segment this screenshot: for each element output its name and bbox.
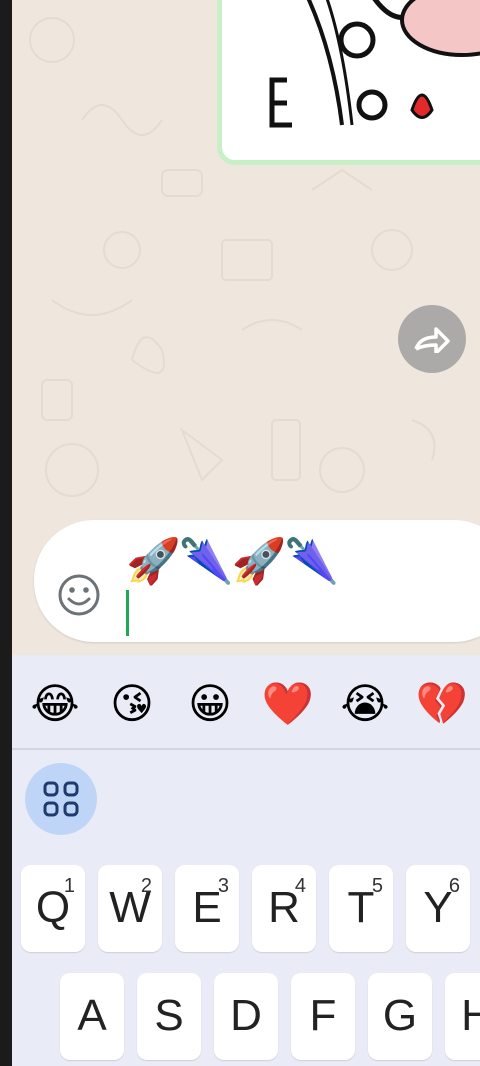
key-e[interactable]: E 3 xyxy=(175,865,239,952)
key-letter: Q xyxy=(35,883,71,932)
emoji-suggestion[interactable]: 😘 xyxy=(105,677,159,731)
emoji-suggestion-row: 😂 😘 😀 ❤️ 😭 💔 xyxy=(12,655,480,750)
left-edge xyxy=(0,0,12,1066)
sticker-message[interactable] xyxy=(217,0,480,165)
smiley-face-icon xyxy=(58,574,100,616)
key-t[interactable]: T 5 xyxy=(329,865,393,952)
keyboard: 😂 😘 😀 ❤️ 😭 💔 Q 1 W 2 E 3 R 4 T 5 Y 6 A S… xyxy=(12,655,480,1066)
cat-sticker-image xyxy=(269,0,480,128)
key-g[interactable]: G xyxy=(368,973,432,1060)
key-number-hint: 1 xyxy=(63,875,75,897)
emoji-suggestion[interactable]: 😭 xyxy=(338,677,392,731)
key-letter: T xyxy=(347,883,375,932)
key-letter: A xyxy=(77,991,107,1040)
message-input-field[interactable]: 🚀🌂🚀🌂 xyxy=(126,532,339,592)
message-input-bar[interactable]: 🚀🌂🚀🌂 xyxy=(34,520,480,642)
key-number-hint: 5 xyxy=(371,875,383,897)
key-letter: S xyxy=(154,991,184,1040)
key-f[interactable]: F xyxy=(291,973,355,1060)
key-h[interactable]: H xyxy=(445,973,480,1060)
key-number-hint: 3 xyxy=(217,875,229,897)
key-letter: E xyxy=(192,883,222,932)
key-d[interactable]: D xyxy=(214,973,278,1060)
key-number-hint: 2 xyxy=(140,875,152,897)
key-number-hint: 6 xyxy=(448,875,460,897)
key-w[interactable]: W 2 xyxy=(98,865,162,952)
key-letter: W xyxy=(109,883,151,932)
emoji-suggestion[interactable]: 😂 xyxy=(28,677,82,731)
key-letter: H xyxy=(461,991,480,1040)
key-s[interactable]: S xyxy=(137,973,201,1060)
chat-background: 🚀🌂🚀🌂 xyxy=(12,0,480,655)
key-letter: R xyxy=(268,883,300,932)
key-a[interactable]: A xyxy=(60,973,124,1060)
forward-icon xyxy=(414,327,450,353)
emoji-suggestion[interactable]: 😀 xyxy=(183,677,237,731)
key-letter: Y xyxy=(423,883,453,932)
key-r[interactable]: R 4 xyxy=(252,865,316,952)
key-q[interactable]: Q 1 xyxy=(21,865,85,952)
keyboard-divider xyxy=(12,748,480,750)
emoji-suggestion[interactable]: ❤️ xyxy=(261,677,315,731)
key-y[interactable]: Y 6 xyxy=(406,865,470,952)
forward-button[interactable] xyxy=(398,305,466,373)
key-letter: F xyxy=(309,991,337,1040)
apps-grid-button[interactable] xyxy=(25,763,97,835)
key-number-hint: 4 xyxy=(294,875,306,897)
emoji-button[interactable] xyxy=(54,570,104,620)
apps-grid-icon xyxy=(43,781,79,817)
key-letter: D xyxy=(230,991,262,1040)
emoji-suggestion[interactable]: 💔 xyxy=(415,677,469,731)
key-letter: G xyxy=(382,991,418,1040)
text-cursor xyxy=(126,590,129,636)
